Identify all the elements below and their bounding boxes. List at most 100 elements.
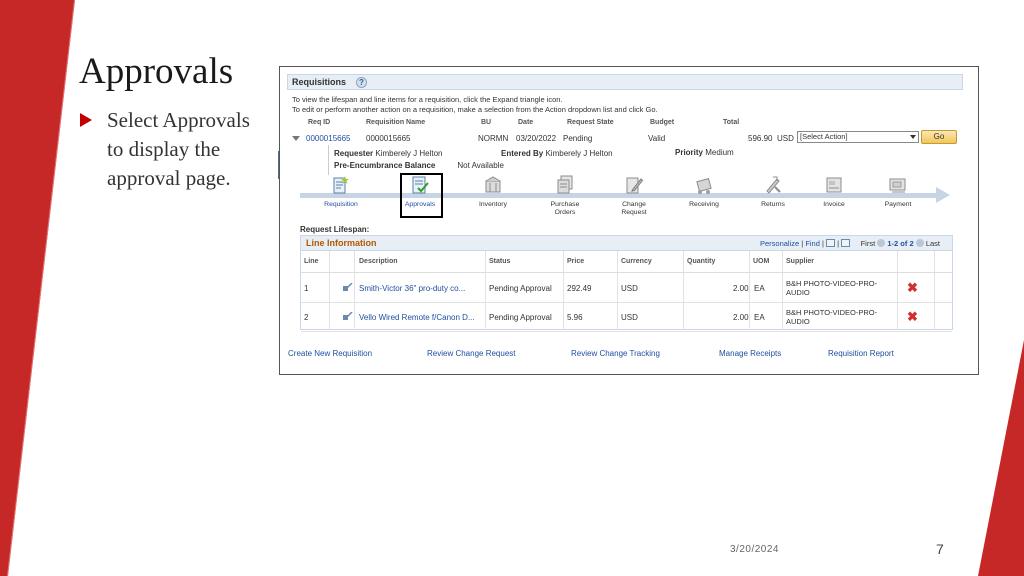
req-id-link[interactable]: 0000015665 <box>306 134 351 143</box>
line-uom: EA <box>754 313 765 322</box>
col-total[interactable]: Total <box>723 119 739 126</box>
first-label[interactable]: First <box>861 239 876 248</box>
priority-label: Priority <box>675 148 704 157</box>
col-supplier[interactable]: Supplier <box>786 258 814 265</box>
last-label[interactable]: Last <box>926 239 940 248</box>
requisition-currency: USD <box>777 134 794 143</box>
bullet-point: Select Approvals to display the approval… <box>80 106 270 193</box>
step-inventory: Inventory <box>463 175 523 209</box>
requisition-name: 0000015665 <box>366 134 411 143</box>
table-row: 1 Smith-Victor 36" pro-duty co... Pendin… <box>301 274 952 303</box>
col-budget[interactable]: Budget <box>650 119 674 126</box>
step-requisition[interactable]: Requisition <box>311 175 371 209</box>
request-lifespan-flow: Requisition Approvals Inventory Purchase… <box>300 175 960 219</box>
col-quantity[interactable]: Quantity <box>687 258 715 265</box>
step-purchase-orders-label: Purchase Orders <box>550 201 580 216</box>
returns-icon <box>766 176 781 194</box>
flow-arrow-head <box>936 187 950 203</box>
requester-label: Requester <box>334 149 374 158</box>
col-line[interactable]: Line <box>304 258 318 265</box>
step-purchase-orders: Purchase Orders <box>535 175 595 217</box>
step-receiving-label: Receiving <box>689 201 719 208</box>
inventory-icon <box>485 176 501 193</box>
pre-encumbrance-label: Pre-Encumbrance Balance <box>334 161 436 170</box>
line-information-header: Line Information Personalize | Find | | … <box>301 236 952 251</box>
priority-value: Medium <box>705 148 734 157</box>
view-all-icon[interactable] <box>826 239 836 247</box>
action-dropdown-value: [Select Action] <box>800 132 848 141</box>
pre-encumbrance-value: Not Available <box>457 161 504 170</box>
line-price: 5.96 <box>567 313 583 322</box>
next-page-icon[interactable] <box>915 239 924 247</box>
line-currency: USD <box>621 313 638 322</box>
step-change-request-label: Change Request <box>621 201 647 216</box>
col-req-id[interactable]: Req ID <box>308 119 330 126</box>
chevron-down-icon <box>910 135 916 139</box>
expand-triangle-icon[interactable] <box>292 136 300 141</box>
col-uom[interactable]: UOM <box>753 258 769 265</box>
budget-status: Valid <box>648 134 666 143</box>
instruction-line-1: To view the lifespan and line items for … <box>292 95 563 104</box>
find-link[interactable]: Find <box>805 239 820 248</box>
delete-line-icon[interactable]: ✖ <box>907 309 918 325</box>
line-number: 1 <box>304 284 309 293</box>
step-returns-label: Returns <box>761 201 785 208</box>
col-requisition-name[interactable]: Requisition Name <box>366 119 425 126</box>
create-new-requisition-link[interactable]: Create New Requisition <box>288 349 372 358</box>
col-currency[interactable]: Currency <box>621 258 652 265</box>
col-request-state[interactable]: Request State <box>567 119 614 126</box>
personalize-link[interactable]: Personalize <box>760 239 799 248</box>
request-state: Pending <box>563 134 593 143</box>
requisition-date: 03/20/2022 <box>516 134 557 143</box>
line-description-link[interactable]: Smith-Victor 36" pro-duty co... <box>359 284 465 293</box>
step-invoice-label: Invoice <box>823 201 845 208</box>
go-button[interactable]: Go <box>921 130 957 144</box>
bullet-text: Select Approvals to display the approval… <box>107 108 250 190</box>
delete-line-icon[interactable]: ✖ <box>907 280 918 296</box>
step-inventory-label: Inventory <box>479 201 507 208</box>
pre-encumbrance-field: Pre-Encumbrance Balance Not Available <box>334 161 504 170</box>
line-status: Pending Approval <box>489 313 552 322</box>
requester-field: Requester Kimberely J Helton <box>334 149 443 158</box>
line-currency: USD <box>621 284 638 293</box>
action-dropdown[interactable]: [Select Action] <box>797 131 919 143</box>
step-payment-label: Payment <box>884 201 912 208</box>
col-price[interactable]: Price <box>567 258 584 265</box>
line-description-link[interactable]: Vello Wired Remote f/Canon D... <box>359 313 475 322</box>
step-invoice: Invoice <box>804 175 864 209</box>
col-status[interactable]: Status <box>489 258 510 265</box>
request-lifespan-label: Request Lifespan: <box>300 225 370 234</box>
slide-date: 3/20/2024 <box>730 544 779 555</box>
col-bu[interactable]: BU <box>481 119 491 126</box>
line-uom: EA <box>754 284 765 293</box>
line-status: Pending Approval <box>489 284 552 293</box>
table-row: 2 Vello Wired Remote f/Canon D... Pendin… <box>301 303 952 332</box>
requisitions-screenshot: Requisitions ? To view the lifespan and … <box>279 66 979 375</box>
step-requisition-label: Requisition <box>324 201 358 208</box>
review-change-tracking-link[interactable]: Review Change Tracking <box>571 349 660 358</box>
requisitions-header: Requisitions ? <box>287 74 963 90</box>
payment-icon <box>889 178 906 193</box>
requester-value: Kimberely J Helton <box>375 149 443 158</box>
change-request-icon <box>626 177 644 194</box>
step-payment: Payment <box>868 175 928 209</box>
help-icon[interactable]: ? <box>356 77 367 88</box>
previous-page-icon[interactable] <box>877 239 886 247</box>
manage-receipts-link[interactable]: Manage Receipts <box>719 349 781 358</box>
slide-title: Approvals <box>79 51 234 92</box>
line-details-icon[interactable] <box>343 312 353 321</box>
review-change-request-link[interactable]: Review Change Request <box>427 349 516 358</box>
line-supplier: B&H PHOTO-VIDEO-PRO-AUDIO <box>786 279 878 297</box>
requisitions-title: Requisitions <box>292 77 347 87</box>
approvals-highlight-box <box>400 173 443 218</box>
requisition-total: 596.90 <box>748 134 773 143</box>
step-returns: Returns <box>743 175 803 209</box>
col-description[interactable]: Description <box>359 258 398 265</box>
col-date[interactable]: Date <box>518 119 533 126</box>
line-details-icon[interactable] <box>343 283 353 292</box>
requisition-icon <box>333 176 349 194</box>
left-red-stripe-decoration <box>0 0 75 576</box>
requisition-report-link[interactable]: Requisition Report <box>828 349 894 358</box>
download-icon[interactable] <box>841 239 851 247</box>
business-unit: NORMN <box>478 134 509 143</box>
